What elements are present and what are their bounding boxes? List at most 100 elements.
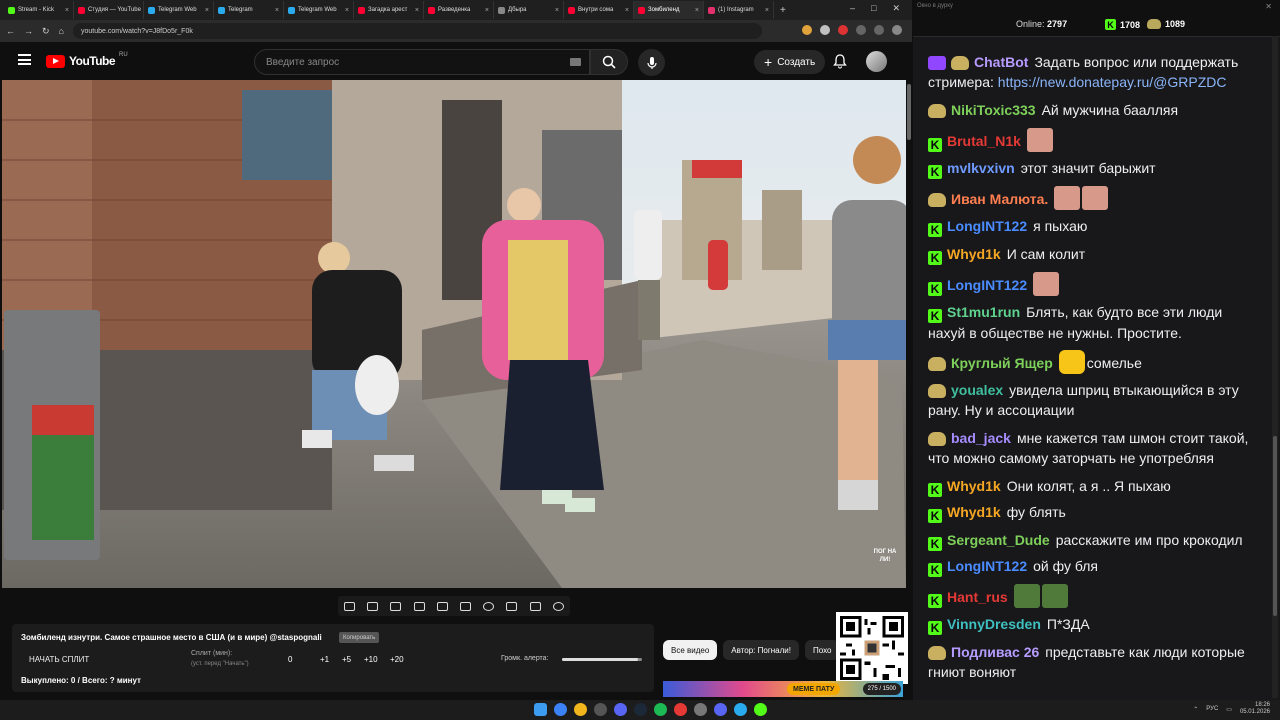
tab-close-icon[interactable]: × [415,7,419,14]
menu-icon[interactable] [18,54,31,65]
extension-icon[interactable] [856,25,866,35]
tab-close-icon[interactable]: × [695,7,699,14]
profile-icon[interactable] [892,25,902,35]
broadcast-icon[interactable] [367,601,379,611]
copy-button[interactable]: Копировать [339,632,380,643]
taskbar-app-icon[interactable] [594,703,607,716]
search-input[interactable]: Введите запрос [254,49,590,75]
chip-author[interactable]: Автор: Погнали! [723,640,799,660]
chat-username[interactable]: Hant_rus [947,589,1008,605]
notifications-button[interactable] [833,54,847,74]
cast-icon[interactable] [390,601,402,611]
browser-tab[interactable]: Telegram × [214,1,284,19]
home-icon[interactable]: ⌂ [59,26,64,36]
loop-icon[interactable] [344,601,356,611]
new-tab-icon[interactable]: + [780,5,786,16]
video-player[interactable]: ПОГ НА ЛИ! [2,80,906,588]
network-icon[interactable]: ▭ [1226,706,1232,713]
chat-username[interactable]: ChatBot [974,54,1028,70]
chat-username[interactable]: youalex [951,382,1003,398]
page-scrollbar[interactable] [906,80,912,700]
language-indicator[interactable]: РУС [1206,706,1218,712]
browser-tab[interactable]: Разведенка × [424,1,494,19]
chat-username[interactable]: LongINT122 [947,277,1027,293]
browser-tab[interactable]: Дбыра × [494,1,564,19]
increment-button[interactable]: +5 [342,655,351,664]
taskbar-app-icon[interactable] [634,703,647,716]
chip-all-videos[interactable]: Все видео [663,640,718,660]
extension-icon[interactable] [820,25,830,35]
clock[interactable]: 18:26 05.01.2026 [1240,702,1270,716]
chat-username[interactable]: mvlkvxivn [947,160,1015,176]
extension-icon[interactable] [838,25,848,35]
chat-scrollbar[interactable] [1272,36,1278,698]
extension-icon[interactable] [802,25,812,35]
tab-close-icon[interactable]: × [485,7,489,14]
chat-username[interactable]: Круглый Ящер [951,355,1053,371]
chat-username[interactable]: LongINT122 [947,558,1027,574]
browser-tab[interactable]: Stream - Kick × [4,1,74,19]
browser-tab[interactable]: Внутри сома × [564,1,634,19]
reload-icon[interactable]: ↻ [42,26,50,37]
screenshot-icon[interactable] [529,601,541,611]
speed-icon[interactable] [483,601,495,611]
chat-username[interactable]: NikiToxic333 [951,102,1036,118]
chat-username[interactable]: Whyd1k [947,504,1001,520]
increment-button[interactable]: +10 [364,655,378,664]
tab-close-icon[interactable]: × [555,7,559,14]
chat-username[interactable]: Подливас 26 [951,644,1039,660]
start-split-button[interactable]: НАЧАТЬ СПЛИТ [29,655,89,664]
miniplayer-icon[interactable] [436,601,448,611]
avatar[interactable] [866,51,887,72]
increment-button[interactable]: +1 [320,655,329,664]
chat-username[interactable]: St1mu1run [947,304,1020,320]
download-icon[interactable] [874,25,884,35]
browser-tab[interactable]: Студия — YouTube× [74,1,144,19]
maximize-icon[interactable]: □ [871,3,876,14]
create-button[interactable]: + Создать [754,50,826,74]
taskbar-app-icon[interactable] [554,703,567,716]
tab-close-icon[interactable]: × [345,7,349,14]
search-button[interactable] [590,49,628,75]
chat-username[interactable]: Whyd1k [947,478,1001,494]
chat-username[interactable]: Brutal_N1k [947,133,1021,149]
tab-close-icon[interactable]: × [765,7,769,14]
close-icon[interactable]: ✕ [892,3,900,14]
chat-username[interactable]: Whyd1k [947,246,1001,262]
taskbar-app-icon[interactable] [734,703,747,716]
keyboard-icon[interactable] [570,58,581,66]
taskbar-app-icon[interactable] [614,703,627,716]
taskbar-app-icon[interactable] [674,703,687,716]
youtube-logo[interactable]: YouTube RU [46,52,128,68]
increment-button[interactable]: +20 [390,655,404,664]
browser-tab[interactable]: Telegram Web × [284,1,354,19]
chat-link[interactable]: https://new.donatepay.ru/@GRPZDC [998,74,1227,90]
browser-tab[interactable]: Telegram Web × [144,1,214,19]
taskbar-app-icon[interactable] [754,703,767,716]
start-menu-icon[interactable] [534,703,547,716]
tab-close-icon[interactable]: × [65,7,69,14]
taskbar-app-icon[interactable] [714,703,727,716]
clip-icon[interactable] [413,601,425,611]
settings-icon[interactable] [552,601,564,611]
chat-username[interactable]: LongINT122 [947,218,1027,234]
chat-username[interactable]: Sergeant_Dude [947,532,1050,548]
theater-icon[interactable] [460,601,472,611]
tray-expand-icon[interactable]: ⌃ [1193,706,1198,713]
add-icon[interactable] [506,601,518,611]
chip-similar[interactable]: Похо [804,640,840,660]
forward-icon[interactable]: → [24,26,33,36]
close-icon[interactable]: ✕ [1265,2,1272,11]
taskbar-app-icon[interactable] [694,703,707,716]
browser-tab[interactable]: Зомбиленд × [634,1,704,19]
tab-close-icon[interactable]: × [275,7,279,14]
alert-volume-slider[interactable] [562,658,642,661]
taskbar-app-icon[interactable] [574,703,587,716]
url-field[interactable]: youtube.com/watch?v=J8fDo5r_F0k [72,23,762,39]
tab-close-icon[interactable]: × [625,7,629,14]
chat-username[interactable]: Иван Малюта. [951,191,1048,207]
related-video-thumbnail[interactable]: МЕМЕ ПАТУ 275 / 1500 [663,681,903,697]
chat-username[interactable]: bad_jack [951,430,1011,446]
voice-search-button[interactable] [638,49,665,76]
taskbar-app-icon[interactable] [654,703,667,716]
